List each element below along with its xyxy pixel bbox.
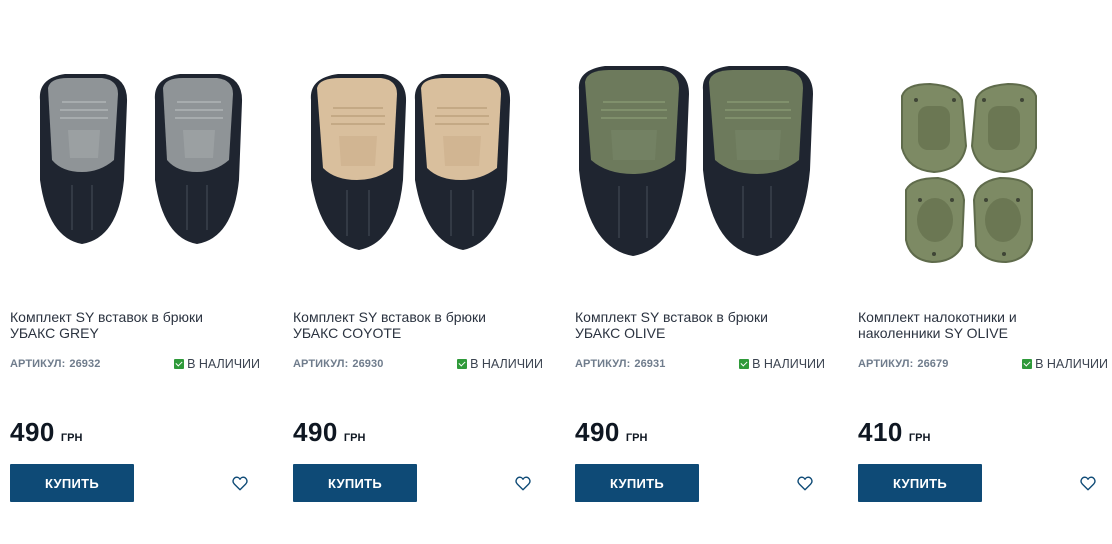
stock-status: В НАЛИЧИИ <box>1022 357 1108 371</box>
stock-status: В НАЛИЧИИ <box>739 357 825 371</box>
price-value: 490 <box>575 417 620 447</box>
stock-status: В НАЛИЧИИ <box>174 357 260 371</box>
product-title-line1: Комплект налокотники и <box>858 309 1017 325</box>
product-title[interactable]: Комплект SY вставок в брюки УБАКС COYOTE <box>293 309 543 341</box>
sku-row: АРТИКУЛ: 26679 В НАЛИЧИИ <box>858 357 1108 373</box>
sku-label: АРТИКУЛ: <box>10 358 66 370</box>
price-value: 490 <box>10 417 55 447</box>
product-image-link[interactable] <box>293 60 555 285</box>
stock-status: В НАЛИЧИИ <box>457 357 543 371</box>
price-value: 410 <box>858 417 903 447</box>
product-image-link[interactable] <box>575 60 837 285</box>
sku-row: АРТИКУЛ: 26930 В НАЛИЧИИ <box>293 357 543 373</box>
product-title-line2: УБАКС OLIVE <box>575 325 666 341</box>
product-title[interactable]: Комплект SY вставок в брюки УБАКС GREY <box>10 309 260 341</box>
checkbox-checked-icon <box>739 359 750 369</box>
stock-label: В НАЛИЧИИ <box>752 357 825 371</box>
product-title-line2: наколенники SY OLIVE <box>858 325 1008 341</box>
price: 490 ГРН <box>293 417 365 448</box>
buy-button[interactable]: КУПИТЬ <box>293 464 417 502</box>
product-image-link[interactable] <box>858 60 1112 285</box>
product-card: Комплект SY вставок в брюки УБАКС GREY А… <box>10 0 272 544</box>
stock-label: В НАЛИЧИИ <box>1035 357 1108 371</box>
sku-value: 26932 <box>69 358 101 370</box>
sku: АРТИКУЛ: 26932 <box>10 358 100 370</box>
product-grid: Комплект SY вставок в брюки УБАКС GREY А… <box>0 0 1112 544</box>
knee-pad-inserts-coyote-image <box>310 74 511 250</box>
sku-label: АРТИКУЛ: <box>858 358 914 370</box>
product-card: Комплект налокотники и наколенники SY OL… <box>858 0 1112 544</box>
heart-icon[interactable] <box>1079 474 1097 492</box>
product-title-line1: Комплект SY вставок в брюки <box>575 309 768 325</box>
sku-value: 26930 <box>352 358 384 370</box>
elbow-knee-pads-olive-image <box>901 82 1037 264</box>
product-title-line2: УБАКС COYOTE <box>293 325 402 341</box>
price-value: 490 <box>293 417 338 447</box>
product-card: Комплект SY вставок в брюки УБАКС OLIVE … <box>575 0 837 544</box>
knee-pad-inserts-grey-image <box>39 74 243 244</box>
product-title[interactable]: Комплект налокотники и наколенники SY OL… <box>858 309 1108 341</box>
sku-label: АРТИКУЛ: <box>575 358 631 370</box>
sku-value: 26679 <box>917 358 949 370</box>
sku: АРТИКУЛ: 26931 <box>575 358 665 370</box>
product-title-line1: Комплект SY вставок в брюки <box>293 309 486 325</box>
price-currency: ГРН <box>625 432 648 444</box>
sku: АРТИКУЛ: 26930 <box>293 358 383 370</box>
price: 490 ГРН <box>575 417 647 448</box>
heart-icon[interactable] <box>796 474 814 492</box>
price: 490 ГРН <box>10 417 82 448</box>
checkbox-checked-icon <box>174 359 185 369</box>
price-currency: ГРН <box>908 432 931 444</box>
stock-label: В НАЛИЧИИ <box>470 357 543 371</box>
heart-icon[interactable] <box>231 474 249 492</box>
sku-value: 26931 <box>634 358 666 370</box>
product-title-line2: УБАКС GREY <box>10 325 99 341</box>
checkbox-checked-icon <box>1022 359 1033 369</box>
price: 410 ГРН <box>858 417 930 448</box>
sku-row: АРТИКУЛ: 26932 В НАЛИЧИИ <box>10 357 260 373</box>
checkbox-checked-icon <box>457 359 468 369</box>
sku-label: АРТИКУЛ: <box>293 358 349 370</box>
stock-label: В НАЛИЧИИ <box>187 357 260 371</box>
product-title[interactable]: Комплект SY вставок в брюки УБАКС OLIVE <box>575 309 825 341</box>
heart-icon[interactable] <box>514 474 532 492</box>
price-currency: ГРН <box>60 432 83 444</box>
sku-row: АРТИКУЛ: 26931 В НАЛИЧИИ <box>575 357 825 373</box>
buy-button[interactable]: КУПИТЬ <box>575 464 699 502</box>
product-card: Комплект SY вставок в брюки УБАКС COYOTE… <box>293 0 555 544</box>
buy-button[interactable]: КУПИТЬ <box>858 464 982 502</box>
product-title-line1: Комплект SY вставок в брюки <box>10 309 203 325</box>
buy-button[interactable]: КУПИТЬ <box>10 464 134 502</box>
product-image-link[interactable] <box>10 60 272 285</box>
sku: АРТИКУЛ: 26679 <box>858 358 948 370</box>
price-currency: ГРН <box>343 432 366 444</box>
knee-pad-inserts-olive-image <box>578 66 813 256</box>
